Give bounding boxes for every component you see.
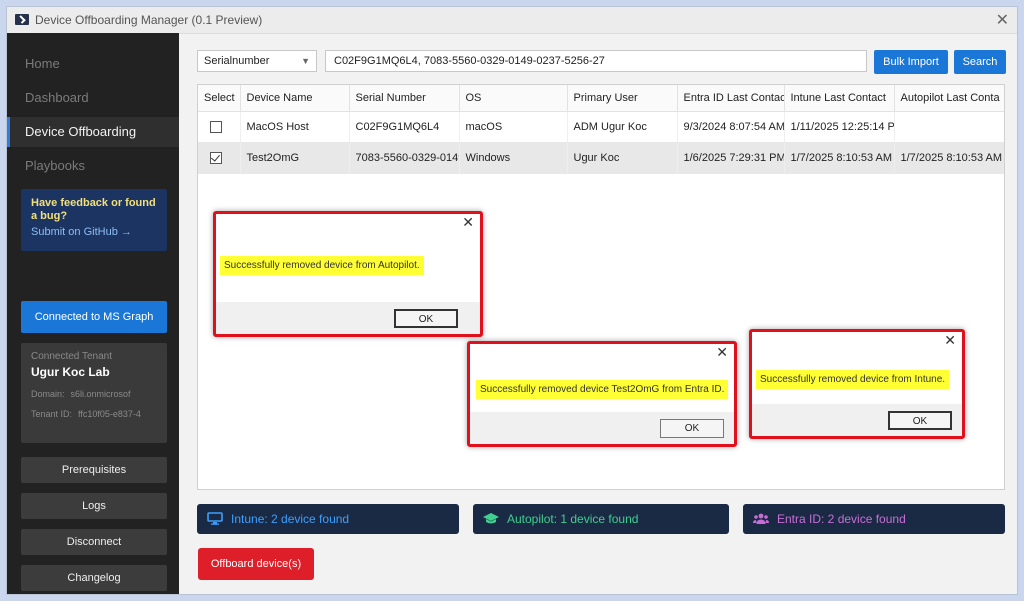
terminal-icon [15, 14, 29, 25]
autopilot-count-label: Autopilot: 1 device found [507, 512, 639, 526]
cell-entra-last-contact: 1/6/2025 7:29:31 PM [677, 142, 785, 174]
sidebar-item-playbooks[interactable]: Playbooks [7, 151, 179, 181]
dialog-footer: OK [752, 404, 962, 436]
feedback-title: Have feedback or found a bug? [31, 197, 156, 222]
disconnect-button[interactable]: Disconnect [21, 529, 167, 555]
ok-button[interactable]: OK [660, 419, 724, 438]
intune-success-dialog: ✕ Successfully removed device from Intun… [749, 329, 965, 439]
column-header[interactable]: Primary User [567, 85, 678, 112]
tenant-name: Ugur Koc Lab [31, 365, 110, 379]
cell-intune-last-contact: 1/11/2025 12:25:14 PM [784, 111, 895, 143]
close-icon[interactable]: ✕ [716, 344, 728, 361]
prerequisites-button[interactable]: Prerequisites [21, 457, 167, 483]
graduation-cap-icon [483, 513, 499, 524]
table-header-row: Select Device Name Serial Number OS Prim… [198, 85, 1004, 112]
close-icon[interactable]: ✕ [462, 214, 474, 231]
intune-count-label: Intune: 2 device found [231, 512, 350, 526]
column-header[interactable]: Entra ID Last Contac [677, 85, 785, 112]
sidebar-item-home[interactable]: Home [7, 49, 179, 79]
dialog-footer: OK [216, 302, 480, 334]
column-header[interactable]: Serial Number [349, 85, 460, 112]
ok-button[interactable]: OK [888, 411, 952, 430]
app-window: Device Offboarding Manager (0.1 Preview)… [6, 6, 1018, 595]
cell-autopilot-last-contact: 1/7/2025 8:10:53 AM [894, 142, 1004, 174]
domain-label: Domain: [31, 389, 65, 399]
cell-device-name: MacOS Host [240, 111, 350, 143]
dialog-footer: OK [470, 412, 734, 444]
window-title: Device Offboarding Manager (0.1 Preview) [35, 13, 263, 27]
search-input[interactable]: C02F9G1MQ6L4, 7083-5560-0329-0149-0237-5… [325, 50, 867, 72]
cell-os: macOS [459, 111, 568, 143]
search-type-select[interactable]: Serialnumber ▼ [197, 50, 317, 72]
users-icon [753, 513, 769, 524]
cell-primary-user: Ugur Koc [567, 142, 678, 174]
sidebar-item-device-offboarding[interactable]: Device Offboarding [7, 117, 179, 147]
cell-entra-last-contact: 9/3/2024 8:07:54 AM [677, 111, 785, 143]
tenant-card: Connected Tenant Ugur Koc Lab Domain: s6l… [21, 343, 167, 443]
column-header[interactable]: OS [459, 85, 568, 112]
domain-value: s6li.onmicrosof [70, 389, 131, 399]
changelog-button[interactable]: Changelog [21, 565, 167, 591]
cell-primary-user: ADM Ugur Koc [567, 111, 678, 143]
sidebar: Home Dashboard Device Offboarding Playbo… [7, 33, 179, 594]
table-row[interactable]: Test2OmG 7083-5560-0329-0149- Windows Ug… [198, 142, 1004, 174]
connected-ms-graph-button[interactable]: Connected to MS Graph [21, 301, 167, 333]
entra-success-dialog: ✕ Successfully removed device Test2OmG f… [467, 341, 737, 447]
tenant-id: Tenant ID: ffc10f05-e837-4 [31, 409, 157, 419]
bulk-import-button[interactable]: Bulk Import [874, 50, 948, 74]
ok-button[interactable]: OK [394, 309, 458, 328]
tenant-domain: Domain: s6li.onmicrosof [31, 389, 157, 399]
column-header[interactable]: Select [198, 85, 241, 112]
cell-autopilot-last-contact [894, 111, 1004, 143]
column-header[interactable]: Intune Last Contact [784, 85, 895, 112]
dialog-message: Successfully removed device from Autopil… [220, 256, 424, 275]
entra-count-label: Entra ID: 2 device found [777, 512, 906, 526]
cell-os: Windows [459, 142, 568, 174]
column-header[interactable]: Autopilot Last Conta [894, 85, 1004, 112]
dialog-message: Successfully removed device from Intune. [756, 370, 950, 389]
row-checkbox[interactable] [210, 152, 222, 165]
intune-count-card: Intune: 2 device found [197, 504, 459, 534]
offboard-devices-button[interactable]: Offboard device(s) [198, 548, 314, 580]
sidebar-item-dashboard[interactable]: Dashboard [7, 83, 179, 113]
feedback-card: Have feedback or found a bug? Submit on … [21, 189, 167, 251]
row-checkbox[interactable] [210, 121, 222, 134]
cell-intune-last-contact: 1/7/2025 8:10:53 AM [784, 142, 895, 174]
table-row[interactable]: MacOS Host C02F9G1MQ6L4 macOS ADM Ugur K… [198, 111, 1004, 143]
cell-serial: C02F9G1MQ6L4 [349, 111, 460, 143]
search-button[interactable]: Search [954, 50, 1006, 74]
search-type-value: Serialnumber [204, 55, 270, 67]
autopilot-count-card: Autopilot: 1 device found [473, 504, 729, 534]
cell-serial: 7083-5560-0329-0149- [349, 142, 460, 174]
tenant-id-value: ffc10f05-e837-4 [78, 409, 141, 419]
entra-count-card: Entra ID: 2 device found [743, 504, 1005, 534]
close-icon[interactable]: ✕ [944, 332, 956, 349]
tenant-label: Connected Tenant [31, 351, 112, 362]
tenant-id-label: Tenant ID: [31, 409, 73, 419]
autopilot-success-dialog: ✕ Successfully removed device from Autop… [213, 211, 483, 337]
cell-device-name: Test2OmG [240, 142, 350, 174]
column-header[interactable]: Device Name [240, 85, 350, 112]
monitor-icon [207, 512, 223, 525]
title-bar: Device Offboarding Manager (0.1 Preview)… [7, 7, 1017, 34]
logs-button[interactable]: Logs [21, 493, 167, 519]
chevron-down-icon: ▼ [301, 56, 310, 66]
dialog-message: Successfully removed device Test2OmG fro… [476, 380, 729, 399]
close-icon[interactable]: ✕ [996, 10, 1009, 30]
github-link[interactable]: Submit on GitHub → [31, 226, 157, 238]
